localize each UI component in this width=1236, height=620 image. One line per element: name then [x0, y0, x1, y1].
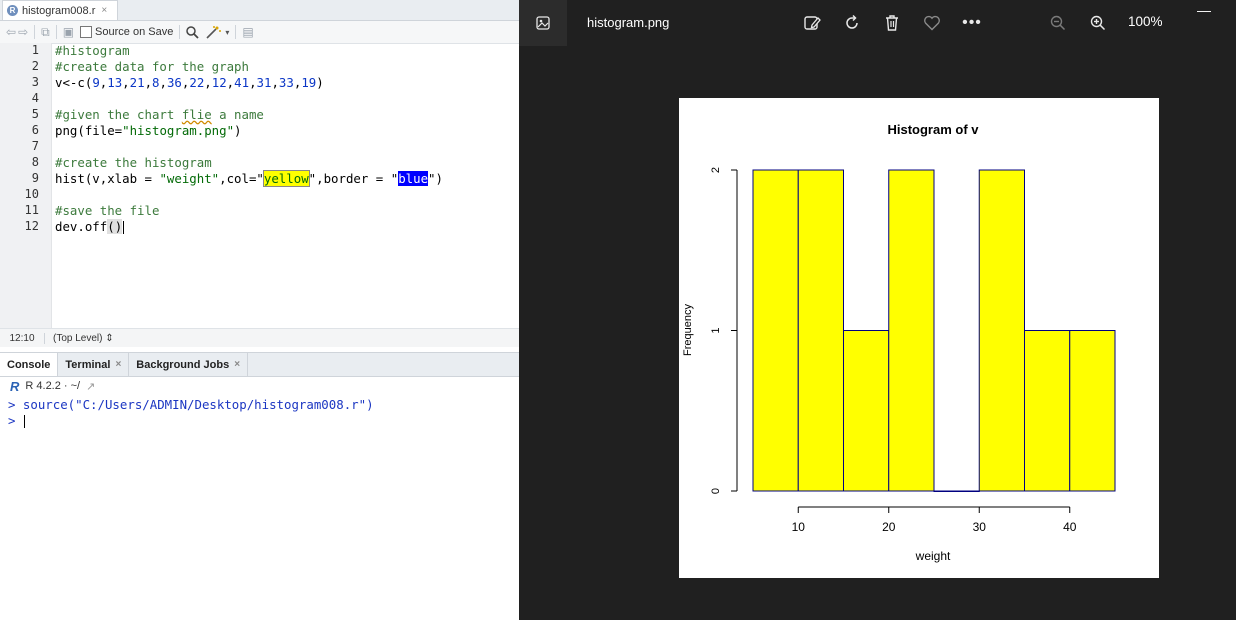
rotate-icon[interactable]	[839, 0, 865, 46]
toolbar-divider	[179, 25, 181, 39]
code-line: #histogram	[55, 43, 130, 58]
y-tick-label: 0	[710, 488, 722, 494]
code-line: hist(v,xlab = "weight",col="yellow",bord…	[55, 170, 443, 187]
viewer-toolbar: histogram.png ••• 100% —	[519, 0, 1236, 46]
y-tick-label: 1	[710, 327, 722, 333]
histogram-bar	[843, 330, 890, 492]
line-number: 2	[31, 59, 39, 73]
save-icon[interactable]: ▣	[63, 25, 74, 39]
source-on-save-checkbox[interactable]	[80, 26, 93, 38]
toolbar-divider	[55, 25, 57, 39]
histogram-bar	[797, 169, 844, 492]
line-number: 8	[31, 155, 39, 169]
code-line: png(file="histogram.png")	[55, 123, 242, 138]
line-number: 10	[24, 187, 39, 201]
line-number: 4	[31, 91, 39, 105]
zoom-level[interactable]: 100%	[1128, 14, 1163, 29]
y-tick-label: 2	[710, 167, 722, 173]
toolbar-divider	[235, 25, 237, 39]
source-on-save-label: Source on Save	[95, 26, 174, 38]
viewer-filename: histogram.png	[587, 15, 670, 30]
histogram-bar	[752, 169, 799, 492]
close-icon[interactable]: ×	[115, 359, 121, 370]
tab-console[interactable]: Console	[0, 353, 59, 376]
r-version-label: R 4.2.2 · ~/	[25, 380, 81, 392]
more-icon[interactable]: •••	[959, 0, 985, 46]
code-editor[interactable]: 1 2 3 4 5 6 7 8 9 10 11 12 #histogram #cr…	[0, 43, 519, 328]
line-number: 3	[31, 75, 39, 89]
console-tab-bar: Console Terminal × Background Jobs ×	[0, 352, 519, 377]
line-number: 7	[31, 139, 39, 153]
line-number: 6	[31, 123, 39, 137]
chart-xlabel: weight	[915, 549, 951, 563]
console-command-line: > source("C:/Users/ADMIN/Desktop/histogr…	[8, 397, 374, 412]
editor-status-bar: 12:10 (Top Level) ⇕	[0, 328, 519, 347]
rstudio-pane: R histogram008.r × ⇦ ⇨ ⧉ ▣ Source on Sav…	[0, 0, 520, 620]
bars-group	[752, 169, 1116, 492]
histogram-bar	[978, 169, 1025, 492]
tab-background-jobs[interactable]: Background Jobs ×	[129, 353, 249, 376]
histogram-bar	[1024, 330, 1071, 492]
toolbar-divider	[34, 25, 36, 39]
compile-report-icon[interactable]: ▤	[242, 25, 253, 39]
histogram-chart: Histogram of v weight Frequency 10 20 30 40…	[682, 122, 1116, 563]
r-logo-icon: R	[10, 378, 20, 394]
tab-terminal[interactable]: Terminal ×	[58, 353, 130, 376]
code-line: #save the file	[55, 203, 160, 218]
code-line: #create the histogram	[55, 155, 212, 170]
forward-arrow-icon[interactable]: ⇨	[18, 25, 28, 39]
chart-title: Histogram of v	[887, 122, 979, 137]
close-icon[interactable]: ×	[101, 5, 107, 16]
favorite-icon[interactable]	[919, 0, 945, 46]
close-icon[interactable]: ×	[234, 359, 240, 370]
histogram-bar	[1069, 330, 1116, 492]
console-prompt-text: >	[8, 413, 23, 428]
go-to-directory-icon[interactable]: ↗	[86, 380, 95, 393]
console-header: R R 4.2.2 · ~/ ↗	[0, 376, 519, 396]
chart-ylabel: Frequency	[682, 304, 694, 356]
delete-icon[interactable]	[879, 0, 905, 46]
scope-selector[interactable]: (Top Level) ⇕	[53, 333, 114, 344]
show-in-window-icon[interactable]: ⧉	[41, 25, 50, 40]
r-file-icon: R	[7, 5, 18, 16]
tab-console-label: Console	[7, 358, 51, 371]
x-tick-label: 30	[973, 520, 987, 534]
edit-icon[interactable]	[799, 0, 825, 46]
editor-tab-bar: R histogram008.r ×	[0, 0, 519, 21]
tab-background-jobs-label: Background Jobs	[136, 358, 230, 371]
tab-terminal-label: Terminal	[65, 358, 111, 371]
histogram-bar	[888, 169, 935, 492]
line-number: 5	[31, 107, 39, 121]
back-arrow-icon[interactable]: ⇦	[6, 25, 16, 39]
line-number: 11	[24, 203, 39, 217]
console-prompt[interactable]: >	[8, 413, 25, 428]
text-cursor	[23, 415, 25, 428]
minimize-icon[interactable]: —	[1197, 2, 1211, 18]
x-tick-label: 20	[882, 520, 896, 534]
histogram-bar	[933, 490, 980, 492]
code-line: #create data for the graph	[55, 59, 249, 74]
x-tick-label: 40	[1063, 520, 1077, 534]
line-number-gutter: 1 2 3 4 5 6 7 8 9 10 11 12	[0, 43, 52, 328]
histogram-image: Histogram of v weight Frequency 10 20 30 40…	[679, 98, 1159, 578]
zoom-in-icon[interactable]	[1086, 0, 1110, 46]
x-tick-label: 10	[792, 520, 806, 534]
gallery-icon[interactable]	[519, 0, 567, 46]
source-on-save-toggle[interactable]: Source on Save	[80, 26, 173, 38]
code-line: #given the chart flie a name	[55, 107, 264, 122]
editor-file-tab[interactable]: R histogram008.r ×	[2, 0, 118, 20]
cursor-position: 12:10	[0, 332, 45, 344]
code-line: v<-c(9,13,21,8,36,22,12,41,31,33,19)	[55, 75, 324, 90]
image-viewer: histogram.png ••• 100% — Histogram of v …	[519, 0, 1236, 620]
zoom-out-icon[interactable]	[1046, 0, 1070, 46]
line-number: 9	[31, 171, 39, 185]
line-number: 12	[24, 219, 39, 233]
file-tab-label: histogram008.r	[22, 4, 96, 17]
line-number: 1	[31, 43, 39, 57]
editor-toolbar: ⇦ ⇨ ⧉ ▣ Source on Save ▾ ▤	[0, 21, 519, 44]
search-icon[interactable]	[186, 25, 199, 39]
code-tools-wand-icon[interactable]: ▾	[205, 25, 229, 39]
code-line: dev.off()	[55, 219, 125, 234]
